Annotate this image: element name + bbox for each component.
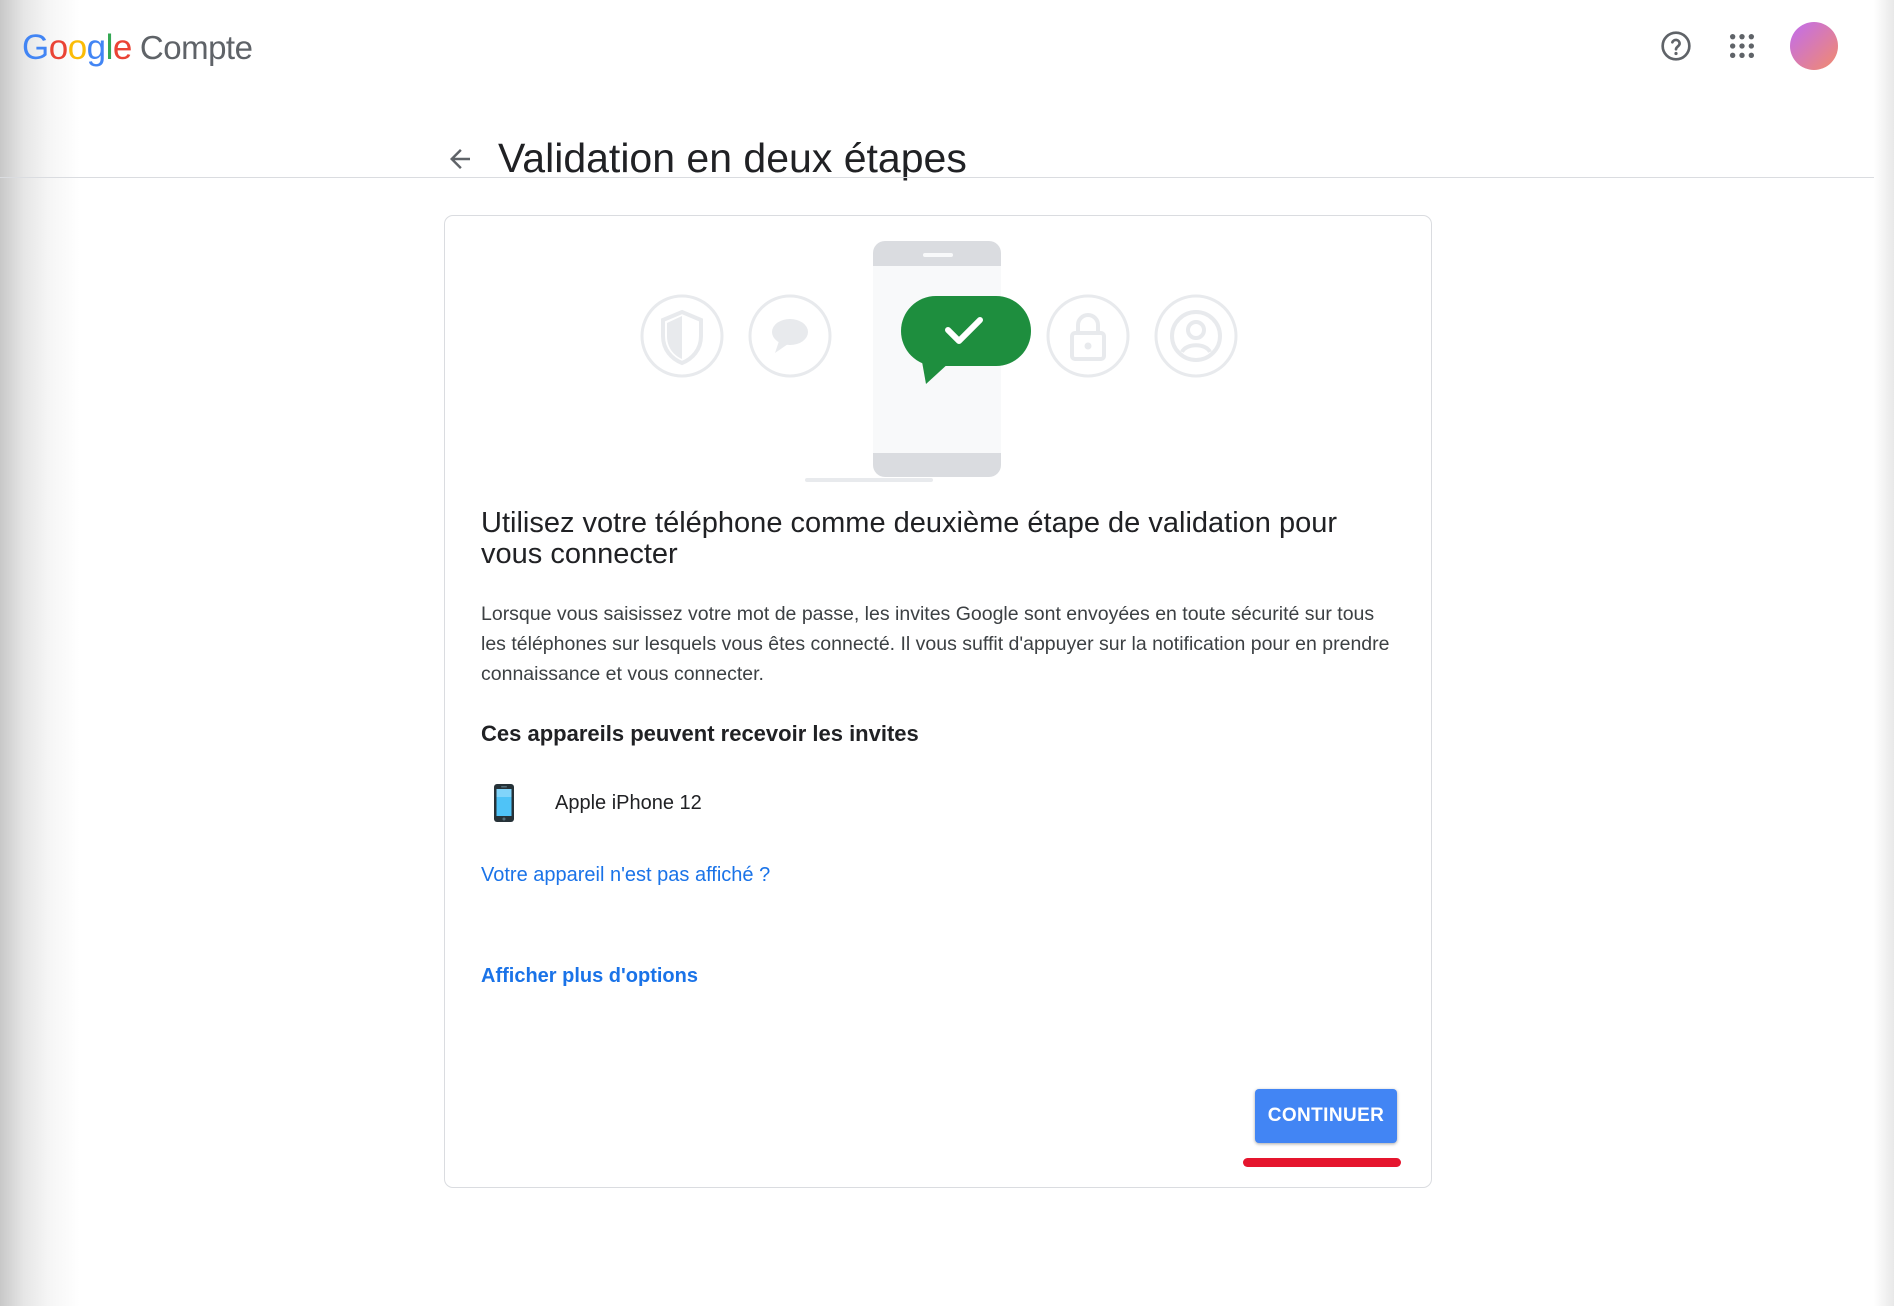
- top-app-bar: Google Compte: [0, 0, 1874, 97]
- more-options-link[interactable]: Afficher plus d'options: [481, 965, 698, 988]
- phone-prompt-illustration: [640, 241, 1238, 482]
- logo-letter-g2: g: [86, 28, 106, 67]
- left-window-shadow: [0, 0, 80, 1306]
- smartphone-icon: [494, 784, 514, 822]
- account-avatar[interactable]: [1790, 22, 1838, 70]
- product-name: Compte: [139, 29, 253, 66]
- two-step-card: Utilisez votre téléphone comme deuxième …: [444, 215, 1432, 1188]
- phone-check-icon: [805, 241, 1031, 482]
- logo-letter-l: l: [105, 28, 114, 67]
- continue-button[interactable]: CONTINUER: [1255, 1089, 1397, 1143]
- annotation-underline: [1243, 1158, 1401, 1167]
- account-icon: [1154, 294, 1238, 378]
- header-actions: [1634, 22, 1838, 70]
- header-divider: [0, 177, 1874, 178]
- device-name: Apple iPhone 12: [555, 791, 702, 814]
- device-not-shown-link[interactable]: Votre appareil n'est pas affiché ?: [481, 864, 770, 887]
- help-circle-icon: [1661, 31, 1691, 61]
- logo-letter-o2: o: [67, 28, 87, 67]
- apps-button[interactable]: [1718, 22, 1766, 70]
- apps-grid-icon: [1729, 33, 1755, 59]
- card-heading: Utilisez votre téléphone comme deuxième …: [481, 507, 1337, 570]
- back-button[interactable]: [440, 139, 480, 179]
- devices-heading: Ces appareils peuvent recevoir les invit…: [481, 721, 919, 746]
- google-account-logo[interactable]: Google Compte: [22, 28, 253, 68]
- page-title: Validation en deux étapes: [498, 135, 967, 182]
- logo-letter-o1: o: [48, 28, 68, 67]
- device-list-item: Apple iPhone 12: [493, 783, 702, 823]
- page-header: Validation en deux étapes: [440, 108, 967, 210]
- logo-letter-g: G: [22, 28, 49, 67]
- right-scrollbar-track: [1874, 0, 1894, 1306]
- help-button[interactable]: [1652, 22, 1700, 70]
- card-description: Lorsque vous saisissez votre mot de pass…: [481, 603, 1390, 685]
- arrow-back-icon: [450, 148, 470, 169]
- shield-icon: [640, 294, 724, 378]
- chat-bubble-icon: [748, 294, 832, 378]
- lock-icon: [1046, 294, 1130, 378]
- logo-letter-e: e: [112, 28, 132, 67]
